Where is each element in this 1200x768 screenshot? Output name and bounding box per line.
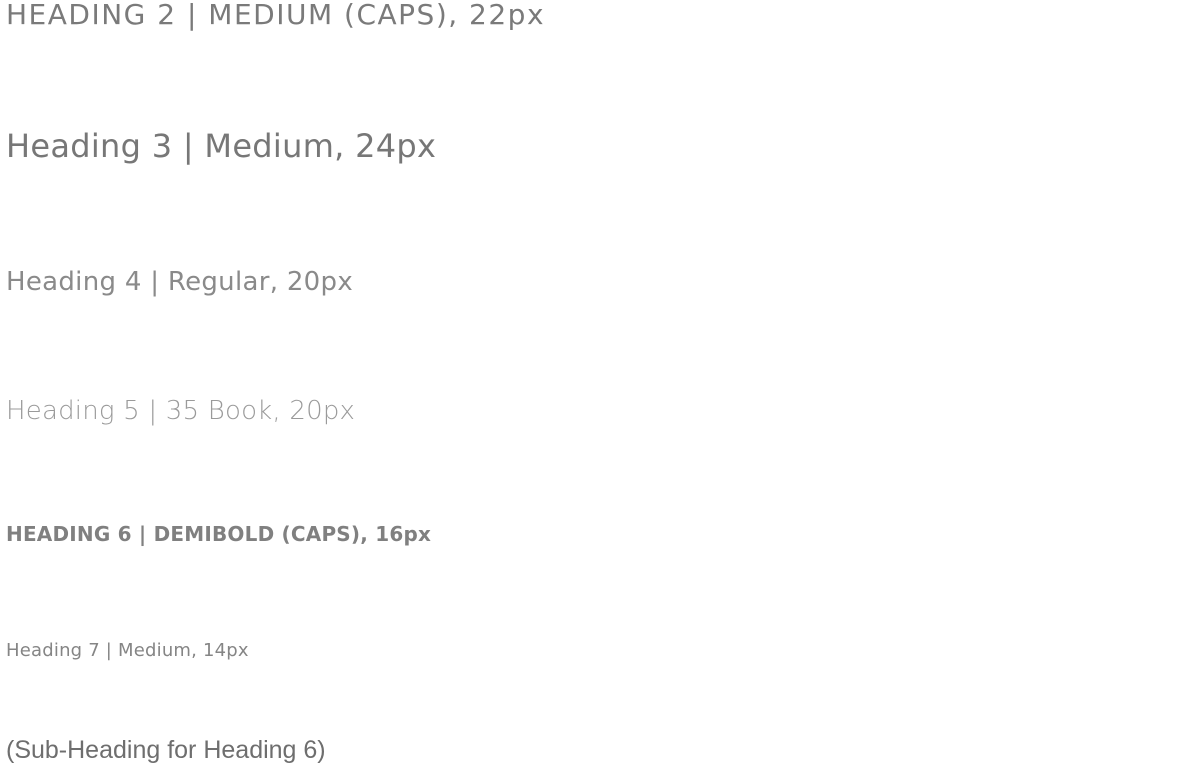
heading-4-sample: Heading 4 | Regular, 20px: [6, 267, 354, 297]
heading-2-sample: HEADING 2 | MEDIUM (CAPS), 22px: [6, 0, 546, 31]
heading-5-sample: Heading 5 | 35 Book, 20px: [6, 396, 356, 426]
heading-7-sample: Heading 7 | Medium, 14px: [6, 640, 249, 661]
sub-heading-sample: (Sub-Heading for Heading 6): [6, 736, 326, 764]
heading-3-sample: Heading 3 | Medium, 24px: [6, 127, 437, 165]
heading-6-sample: HEADING 6 | DEMIBOLD (CAPS), 16px: [6, 522, 432, 546]
